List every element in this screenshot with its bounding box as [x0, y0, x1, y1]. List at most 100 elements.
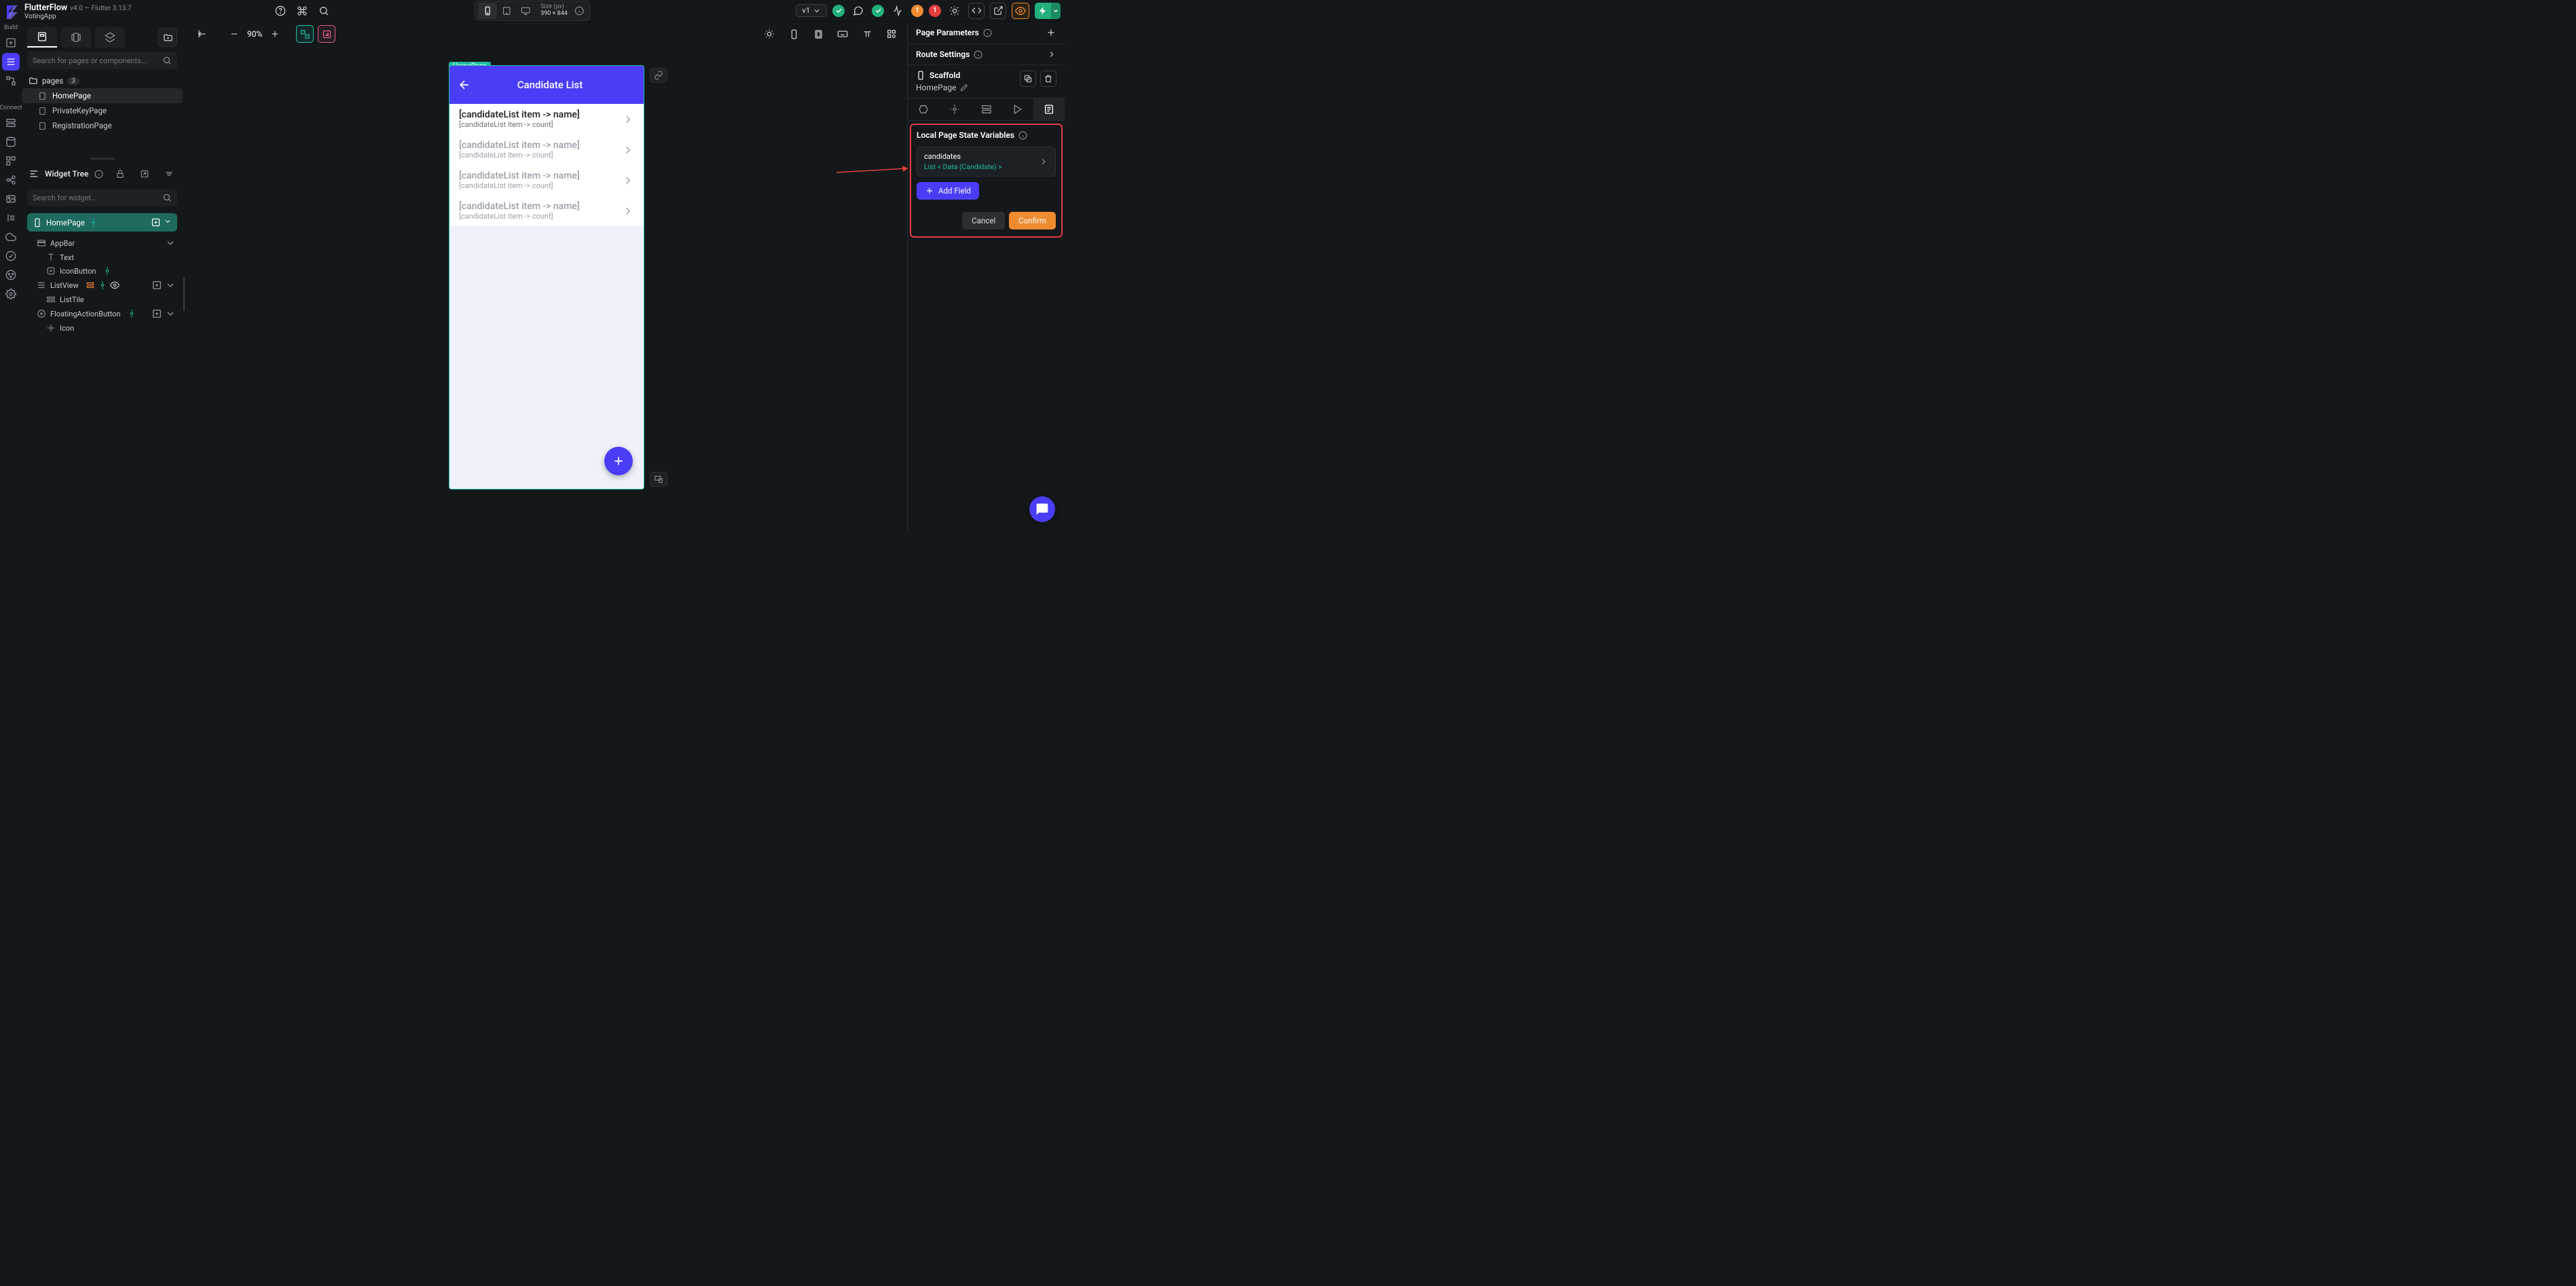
tree-listtile[interactable]: ListTile: [24, 293, 180, 306]
cancel-button[interactable]: Cancel: [962, 212, 1005, 229]
widget-search-input[interactable]: [33, 194, 162, 202]
tree-listview[interactable]: ListView: [24, 278, 180, 293]
confirm-button[interactable]: Confirm: [1009, 212, 1056, 229]
keyboard-icon[interactable]: [834, 25, 851, 43]
device-desktop-button[interactable]: [516, 3, 535, 19]
run-button[interactable]: [1035, 3, 1051, 19]
run-dropdown[interactable]: [1051, 3, 1061, 19]
warning-badge-1[interactable]: 1: [911, 5, 923, 17]
widget-search[interactable]: [27, 189, 177, 206]
tree-iconbutton[interactable]: IconButton: [24, 264, 180, 278]
rail-media-icon[interactable]: [2, 190, 20, 208]
list-tile[interactable]: [candidateList item -> name][candidateLi…: [449, 104, 644, 134]
rail-check-icon[interactable]: [2, 247, 20, 265]
add-field-button[interactable]: Add Field: [917, 182, 979, 200]
rail-cloud-icon[interactable]: [2, 228, 20, 246]
tab-state[interactable]: [1033, 98, 1065, 120]
info-icon[interactable]: [574, 6, 584, 16]
page-parameters-header[interactable]: Page Parameters: [908, 22, 1065, 44]
code-icon[interactable]: [968, 3, 985, 19]
tab-pages[interactable]: [27, 27, 57, 48]
rail-tree-icon[interactable]: [2, 72, 20, 90]
info-icon[interactable]: [1018, 131, 1027, 140]
fab-button[interactable]: [604, 447, 633, 475]
intercom-chat-button[interactable]: [1029, 496, 1055, 522]
collapse-icon[interactable]: [162, 167, 176, 181]
canvas[interactable]: HomePage Candidate List [candidateList i…: [186, 46, 907, 532]
help-icon[interactable]: [274, 5, 287, 17]
lightmode-icon[interactable]: [760, 25, 778, 43]
list-tile[interactable]: [candidateList item -> name][candidateLi…: [449, 196, 644, 226]
tree-icon[interactable]: Icon: [24, 321, 180, 335]
bug-icon[interactable]: [946, 3, 963, 19]
device-tablet-button[interactable]: [497, 3, 516, 19]
tab-widgets[interactable]: [95, 27, 125, 48]
tab-properties[interactable]: [908, 98, 939, 120]
command-icon[interactable]: [296, 5, 308, 17]
zoom-in-button[interactable]: [266, 25, 284, 43]
resize-button[interactable]: [318, 25, 335, 43]
open-icon[interactable]: [990, 3, 1006, 19]
error-badge-1[interactable]: 1: [929, 5, 941, 17]
chevron-down-icon[interactable]: [165, 308, 176, 319]
tab-components[interactable]: [61, 27, 91, 48]
pages-folder[interactable]: pages 3: [22, 73, 183, 88]
chevron-down-icon[interactable]: [164, 217, 172, 225]
status-check-icon-2[interactable]: [872, 5, 884, 17]
rail-add-icon[interactable]: [2, 34, 20, 52]
chevron-down-icon[interactable]: [165, 238, 176, 249]
add-icon[interactable]: [151, 280, 162, 291]
add-widget-icon[interactable]: [151, 217, 161, 227]
zoom-out-button[interactable]: [225, 25, 243, 43]
panel-drag-handle[interactable]: [22, 156, 183, 160]
canvas-settings-icon[interactable]: [883, 25, 900, 43]
rail-datatype-icon[interactable]: [2, 152, 20, 170]
rail-indent-icon[interactable]: [2, 209, 20, 227]
back-icon[interactable]: [458, 78, 471, 92]
chevron-down-icon[interactable]: [165, 280, 176, 291]
preview-appbar[interactable]: Candidate List: [449, 66, 644, 104]
search-icon[interactable]: [318, 5, 330, 17]
optimize-icon[interactable]: [889, 3, 906, 19]
list-tile[interactable]: [candidateList item -> name][candidateLi…: [449, 165, 644, 196]
phone-preview[interactable]: Candidate List [candidateList item -> na…: [449, 65, 644, 490]
page-item-registration[interactable]: RegistrationPage: [22, 118, 183, 133]
pages-search[interactable]: [27, 52, 177, 69]
rail-api-icon[interactable]: [2, 171, 20, 189]
lock-icon[interactable]: [113, 167, 127, 181]
multiselect-button[interactable]: [296, 25, 314, 43]
state-field-candidates[interactable]: candidates List < Data (Candidate) >: [917, 147, 1056, 177]
panel-resizer[interactable]: [183, 22, 185, 532]
tree-appbar[interactable]: AppBar: [24, 236, 180, 251]
rail-storage-icon[interactable]: [2, 114, 20, 132]
copy-icon[interactable]: [1020, 71, 1036, 87]
text-tool-icon[interactable]: [858, 25, 876, 43]
route-settings-header[interactable]: Route Settings: [908, 44, 1065, 65]
tree-fab[interactable]: FloatingActionButton: [24, 306, 180, 321]
device-phone-icon[interactable]: [785, 25, 803, 43]
tree-text[interactable]: Text: [24, 251, 180, 264]
page-item-homepage[interactable]: HomePage: [22, 88, 183, 103]
responsive-icon[interactable]: [650, 472, 667, 487]
page-item-privatekey[interactable]: PrivateKeyPage: [22, 103, 183, 118]
version-pill[interactable]: v1: [796, 4, 827, 17]
rail-theme-icon[interactable]: [2, 266, 20, 284]
zoom-level[interactable]: 90%: [247, 29, 262, 39]
collapse-left-icon[interactable]: [193, 25, 210, 43]
link-icon[interactable]: [650, 68, 667, 83]
edit-icon[interactable]: [960, 84, 968, 92]
add-icon[interactable]: [151, 308, 162, 319]
info-icon[interactable]: [94, 170, 103, 179]
status-check-icon[interactable]: [832, 5, 845, 17]
delete-icon[interactable]: [1040, 71, 1056, 87]
device-phone-button[interactable]: [478, 3, 497, 19]
tree-root[interactable]: HomePage: [27, 213, 177, 232]
chevron-right-icon[interactable]: [1047, 50, 1056, 59]
rail-pages-icon[interactable]: [2, 53, 20, 71]
comments-icon[interactable]: [850, 3, 866, 19]
tab-animations[interactable]: [1002, 98, 1033, 120]
rail-database-icon[interactable]: [2, 133, 20, 151]
expand-icon[interactable]: [138, 167, 151, 181]
tab-actions[interactable]: [939, 98, 970, 120]
rail-settings-icon[interactable]: [2, 285, 20, 303]
